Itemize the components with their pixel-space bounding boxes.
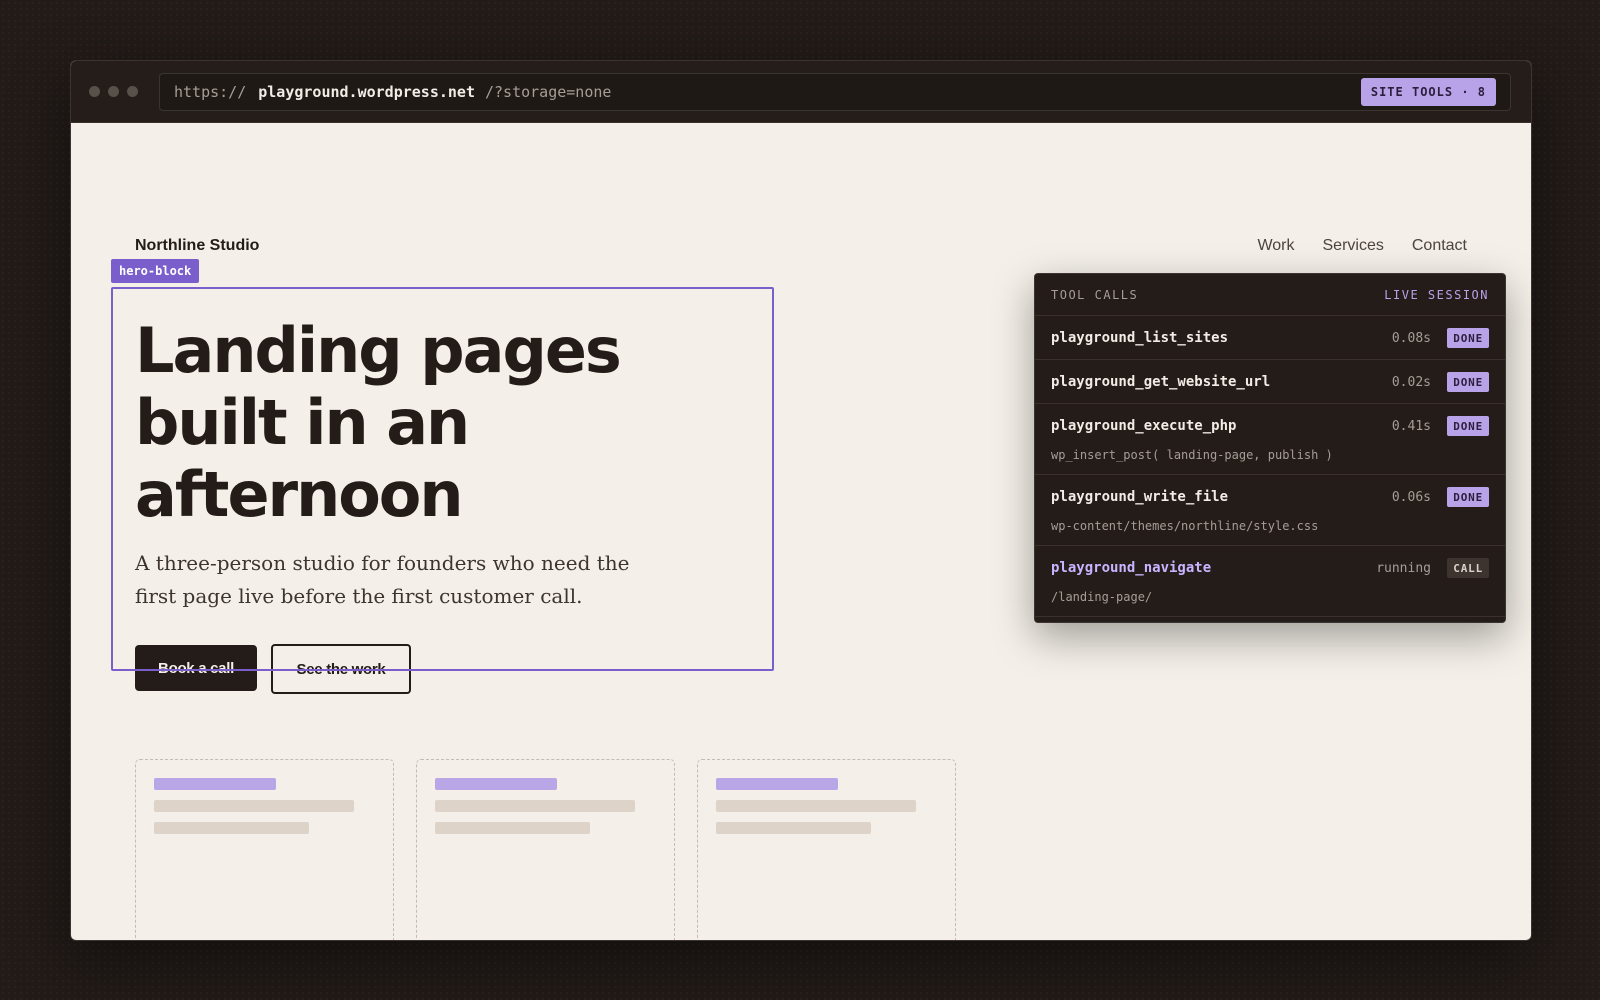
tool-call-row[interactable]: playground_write_file 0.06s DONE wp-cont… bbox=[1035, 475, 1505, 546]
placeholder-text-bar bbox=[435, 822, 590, 834]
placeholder-text-bar bbox=[154, 822, 309, 834]
tool-calls-title: TOOL CALLS bbox=[1051, 287, 1139, 302]
nav-link-services[interactable]: Services bbox=[1323, 237, 1384, 255]
window-controls bbox=[89, 86, 138, 97]
tool-call-detail: wp-content/themes/northline/style.css bbox=[1051, 519, 1319, 533]
done-badge: DONE bbox=[1447, 487, 1489, 507]
book-call-button[interactable]: Book a call bbox=[135, 645, 257, 691]
tool-call-time: 0.06s bbox=[1391, 490, 1431, 505]
nav-link-work[interactable]: Work bbox=[1257, 237, 1294, 255]
tool-call-status: running bbox=[1376, 561, 1431, 576]
placeholder-card bbox=[135, 759, 394, 940]
page-viewport: Northline Studio Work Services Contact h… bbox=[71, 123, 1531, 940]
placeholder-heading-bar bbox=[435, 778, 557, 790]
placeholder-heading-bar bbox=[154, 778, 276, 790]
hero-title: Landing pages built in an afternoon bbox=[135, 314, 622, 531]
tool-call-detail: wp_insert_post( landing-page, publish ) bbox=[1051, 448, 1333, 462]
tool-call-name: playground_execute_php bbox=[1051, 418, 1237, 434]
tool-call-row[interactable]: playground_execute_php 0.41s DONE wp_ins… bbox=[1035, 404, 1505, 475]
done-badge: DONE bbox=[1447, 372, 1489, 392]
see-work-button[interactable]: See the work bbox=[271, 644, 411, 694]
tool-call-detail: /landing-page/ bbox=[1051, 590, 1153, 604]
tool-call-row[interactable]: playground_list_sites 0.08s DONE bbox=[1035, 316, 1505, 360]
tool-call-row[interactable]: playground_navigate running CALL /landin… bbox=[1035, 546, 1505, 617]
placeholder-text-bar bbox=[154, 800, 354, 812]
site-brand[interactable]: Northline Studio bbox=[135, 237, 259, 255]
nav-link-contact[interactable]: Contact bbox=[1412, 237, 1467, 255]
placeholder-cards bbox=[135, 759, 956, 940]
maximize-dot-icon[interactable] bbox=[127, 86, 138, 97]
url-path: /?storage=none bbox=[485, 83, 612, 101]
done-badge: DONE bbox=[1447, 328, 1489, 348]
address-bar[interactable]: https:// playground.wordpress.net /?stor… bbox=[159, 73, 1511, 111]
minimize-dot-icon[interactable] bbox=[108, 86, 119, 97]
placeholder-text-bar bbox=[716, 822, 871, 834]
tool-call-row[interactable]: playground_get_website_url 0.02s DONE bbox=[1035, 360, 1505, 404]
browser-window: https:// playground.wordpress.net /?stor… bbox=[70, 60, 1532, 941]
done-badge: DONE bbox=[1447, 416, 1489, 436]
url-host: playground.wordpress.net bbox=[258, 83, 475, 101]
tool-call-name: playground_get_website_url bbox=[1051, 374, 1271, 390]
close-dot-icon[interactable] bbox=[89, 86, 100, 97]
placeholder-heading-bar bbox=[716, 778, 838, 790]
tool-call-time: 0.08s bbox=[1391, 331, 1431, 346]
tool-call-time: 0.02s bbox=[1391, 375, 1431, 390]
call-badge: CALL bbox=[1447, 558, 1489, 578]
tool-call-time: 0.41s bbox=[1391, 419, 1431, 434]
hero-subtitle: A three-person studio for founders who n… bbox=[135, 551, 630, 608]
live-session-label: LIVE SESSION bbox=[1384, 287, 1489, 302]
site-nav: Work Services Contact bbox=[1257, 237, 1467, 255]
tool-calls-panel: TOOL CALLS LIVE SESSION playground_list_… bbox=[1034, 273, 1506, 623]
placeholder-text-bar bbox=[435, 800, 635, 812]
tool-call-name: playground_list_sites bbox=[1051, 330, 1229, 346]
browser-chrome: https:// playground.wordpress.net /?stor… bbox=[71, 61, 1531, 123]
hero-block-tag: hero-block bbox=[111, 259, 200, 283]
placeholder-card bbox=[416, 759, 675, 940]
placeholder-text-bar bbox=[716, 800, 916, 812]
tool-call-name: playground_navigate bbox=[1051, 560, 1212, 576]
site-tools-button[interactable]: SITE TOOLS · 8 bbox=[1360, 78, 1496, 106]
placeholder-card bbox=[697, 759, 956, 940]
tool-calls-header: TOOL CALLS LIVE SESSION bbox=[1035, 274, 1505, 316]
url-scheme: https:// bbox=[174, 83, 247, 101]
tool-call-name: playground_write_file bbox=[1051, 489, 1229, 505]
